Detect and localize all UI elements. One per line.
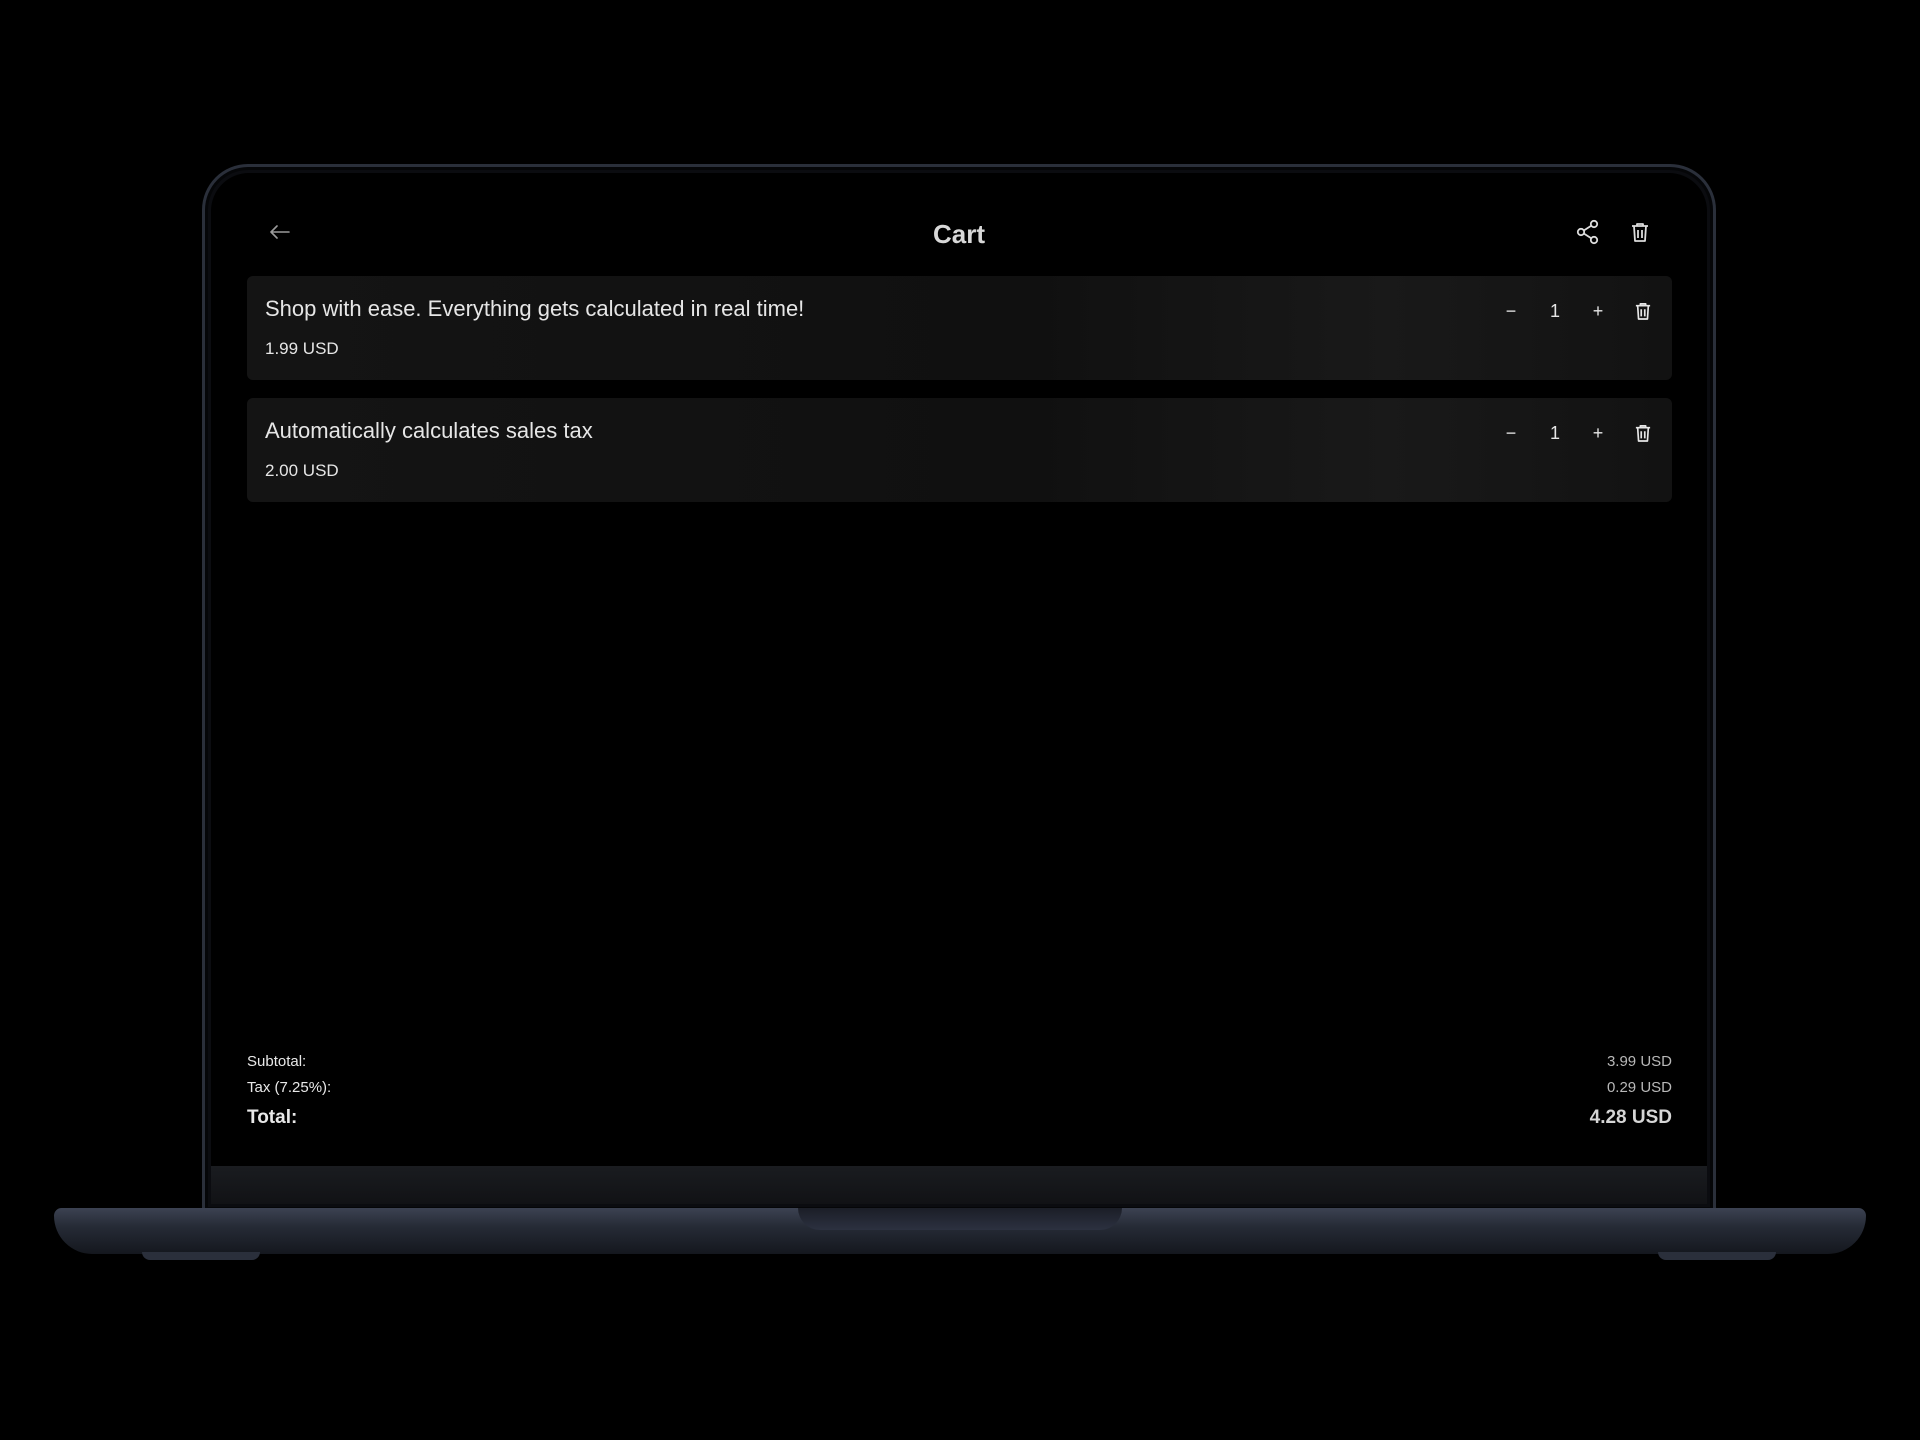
remove-item-button[interactable]: [1631, 420, 1655, 446]
increase-quantity-button[interactable]: +: [1586, 298, 1610, 324]
trash-icon: [1635, 303, 1651, 320]
decrease-quantity-button[interactable]: −: [1499, 420, 1523, 446]
quantity-value: 1: [1549, 422, 1560, 443]
share-button[interactable]: [1573, 217, 1603, 247]
share-icon: [1576, 219, 1599, 245]
total-label: Total:: [247, 1107, 298, 1128]
remove-item-button[interactable]: [1631, 298, 1655, 324]
trash-icon: [1632, 223, 1648, 242]
laptop-notch: [798, 1208, 1122, 1230]
total-row: Total: 4.28 USD: [247, 1107, 1672, 1129]
total-value: 4.28 USD: [1589, 1107, 1672, 1128]
item-name: Automatically calculates sales tax: [265, 418, 593, 443]
decrease-quantity-button[interactable]: −: [1499, 298, 1523, 324]
screen-bottom-bar: [211, 1166, 1707, 1204]
cart-item: Automatically calculates sales tax 2.00 …: [247, 398, 1672, 502]
laptop-foot: [1658, 1252, 1776, 1260]
item-price: 1.99 USD: [265, 339, 339, 358]
header: Cart: [211, 173, 1707, 273]
subtotal-row: Subtotal: 3.99 USD: [247, 1053, 1672, 1070]
page-title: Cart: [932, 219, 985, 249]
laptop-foot: [142, 1252, 260, 1260]
item-price: 2.00 USD: [265, 461, 339, 480]
item-name: Shop with ease. Everything gets calculat…: [265, 296, 805, 321]
quantity-value: 1: [1549, 300, 1560, 321]
trash-icon: [1635, 425, 1651, 442]
increase-quantity-button[interactable]: +: [1586, 420, 1610, 446]
cart-items: Shop with ease. Everything gets calculat…: [247, 276, 1672, 520]
tax-row: Tax (7.25%): 0.29 USD: [247, 1079, 1672, 1096]
app-screen: Cart Shop with ease. Everything gets cal…: [211, 173, 1707, 1204]
tax-value: 0.29 USD: [1606, 1079, 1672, 1096]
cart-item: Shop with ease. Everything gets calculat…: [247, 276, 1672, 380]
subtotal-value: 3.99 USD: [1606, 1053, 1672, 1070]
subtotal-label: Subtotal:: [247, 1053, 307, 1070]
tax-label: Tax (7.25%):: [247, 1079, 332, 1096]
clear-cart-button[interactable]: [1626, 218, 1654, 246]
